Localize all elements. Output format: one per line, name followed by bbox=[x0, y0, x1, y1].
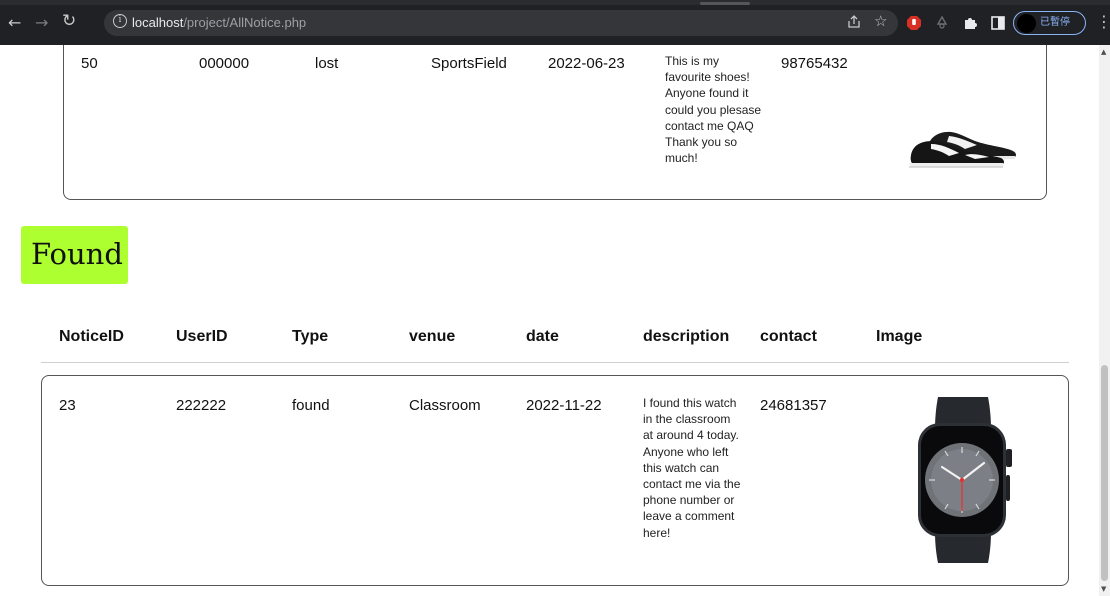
description-line: at around 4 today. bbox=[643, 428, 739, 443]
tab-indicator bbox=[700, 2, 750, 5]
type-cell: found bbox=[292, 397, 330, 414]
description-line: favourite shoes! bbox=[665, 70, 750, 85]
header-divider bbox=[41, 362, 1069, 363]
description-cell: This is my favourite shoes! Anyone found… bbox=[665, 53, 761, 166]
smartwatch-icon bbox=[918, 397, 1012, 563]
scrollbar-thumb[interactable] bbox=[1101, 365, 1108, 581]
description-cell: I found this watch in the classroom at a… bbox=[643, 395, 740, 541]
user-id-cell: 000000 bbox=[199, 55, 250, 72]
notice-id-cell: 23 bbox=[59, 397, 76, 414]
description-line: Anyone found it bbox=[665, 86, 749, 101]
column-header-type: Type bbox=[292, 328, 329, 345]
description-line: This is my bbox=[665, 54, 719, 68]
description-line: much! bbox=[665, 151, 698, 166]
adblock-extension-icon[interactable] bbox=[906, 15, 922, 31]
avatar bbox=[1017, 14, 1036, 33]
date-cell: 2022-11-22 bbox=[526, 397, 602, 414]
bookmark-star-icon[interactable]: ☆ bbox=[874, 13, 887, 29]
tab-strip bbox=[0, 0, 1110, 5]
page-scrollbar[interactable]: ▲ ▼ bbox=[1099, 45, 1110, 596]
scroll-up-arrow-icon[interactable]: ▲ bbox=[1101, 48, 1106, 56]
site-info-icon[interactable]: i bbox=[113, 14, 127, 28]
description-line: could you plesase bbox=[665, 102, 762, 117]
column-header-image: Image bbox=[876, 328, 923, 345]
type-cell: lost bbox=[315, 55, 339, 72]
description-line: leave a comment bbox=[643, 509, 735, 524]
address-bar[interactable]: i localhost/project/AllNotice.php ☆ bbox=[104, 10, 898, 36]
url-path: /project/AllNotice.php bbox=[183, 15, 307, 30]
description-line: in the classroom bbox=[643, 412, 731, 427]
url-text[interactable]: localhost/project/AllNotice.php bbox=[132, 15, 306, 31]
notice-id-cell: 50 bbox=[81, 55, 98, 72]
venue-cell: Classroom bbox=[409, 397, 481, 414]
url-host: localhost bbox=[132, 15, 184, 30]
contact-cell: 98765432 bbox=[781, 55, 848, 72]
column-header-date: date bbox=[526, 328, 559, 345]
description-line: this watch can bbox=[643, 460, 720, 475]
column-header-description: description bbox=[643, 328, 730, 345]
sneaker-icon bbox=[909, 131, 1016, 168]
forward-arrow-icon[interactable]: → bbox=[35, 15, 48, 31]
description-line: Anyone who left bbox=[643, 444, 729, 459]
column-header-noticeid: NoticeID bbox=[59, 328, 124, 345]
date-cell: 2022-06-23 bbox=[548, 55, 625, 72]
page-content: 50 000000 lost SportsField 2022-06-23 Th… bbox=[0, 45, 1099, 596]
column-header-venue: venue bbox=[409, 328, 456, 345]
contact-cell: 24681357 bbox=[760, 397, 827, 414]
profile-status-label: 已暫停 bbox=[1040, 17, 1070, 28]
share-icon[interactable] bbox=[847, 15, 861, 29]
description-line: contact me via the bbox=[643, 477, 741, 492]
more-menu-icon[interactable]: ⋮ bbox=[1096, 14, 1110, 30]
recycle-extension-icon[interactable] bbox=[934, 15, 950, 31]
found-heading-text: Found bbox=[31, 237, 123, 271]
reload-icon[interactable]: ↻ bbox=[62, 13, 76, 30]
venue-cell: SportsField bbox=[431, 55, 507, 72]
description-line: I found this watch bbox=[643, 396, 737, 410]
found-heading: Found bbox=[21, 226, 128, 284]
column-header-userid: UserID bbox=[176, 328, 228, 345]
description-line: phone number or bbox=[643, 493, 735, 508]
user-id-cell: 222222 bbox=[176, 397, 227, 414]
side-panel-icon[interactable] bbox=[990, 15, 1006, 31]
back-arrow-icon[interactable]: ← bbox=[8, 15, 21, 31]
description-line: here! bbox=[643, 525, 671, 540]
column-header-contact: contact bbox=[760, 328, 817, 345]
profile-button[interactable]: 已暫停 bbox=[1013, 11, 1086, 35]
description-line: contact me QAQ bbox=[665, 118, 754, 133]
extensions-puzzle-icon[interactable] bbox=[962, 15, 978, 31]
browser-toolbar: ← → ↻ i localhost/project/AllNotice.php … bbox=[0, 0, 1110, 45]
scroll-down-arrow-icon[interactable]: ▼ bbox=[1101, 585, 1106, 593]
description-line: Thank you so bbox=[665, 135, 738, 150]
